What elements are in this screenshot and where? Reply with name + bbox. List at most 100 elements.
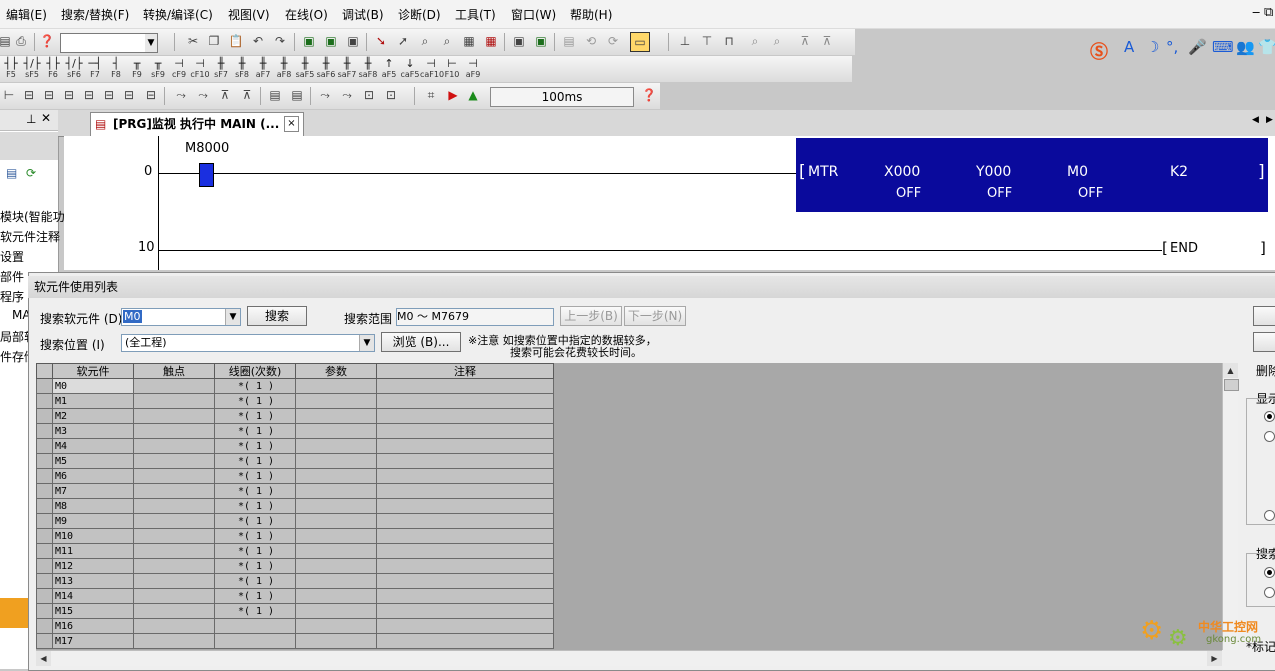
cell-coil[interactable]: *( 1 ) — [214, 378, 296, 394]
cell-parameter[interactable] — [295, 393, 377, 409]
ladder-key-sf7-button[interactable]: ╫ sF7 — [210, 58, 232, 80]
device-list-grid[interactable]: 软元件 触点 线圈(次数) 参数 注释 M0 *( 1 ) M1 *( 1 ) M2 *(… — [36, 363, 1222, 650]
ladder-key-saf5-button[interactable]: ╫ saF5 — [294, 58, 316, 80]
restore-icon[interactable]: ⧉ — [1264, 5, 1273, 20]
block-icon[interactable]: ⊟ — [20, 86, 38, 104]
row-header[interactable] — [36, 603, 53, 619]
display-radio-2[interactable] — [1264, 431, 1275, 442]
ime-user-icon[interactable]: 👥 — [1236, 38, 1255, 56]
end-instruction[interactable]: END — [1170, 241, 1198, 256]
cell-coil[interactable] — [214, 633, 296, 649]
menu-convert-compile[interactable]: 转换/编译(C) — [143, 6, 213, 23]
cell-device[interactable]: M4 — [52, 438, 134, 454]
cell-contact[interactable] — [133, 588, 215, 604]
next-button[interactable]: 下一步(N) — [624, 306, 686, 326]
cell-device[interactable]: M5 — [52, 453, 134, 469]
ime-skin-icon[interactable]: 👕 — [1258, 38, 1275, 56]
cell-contact[interactable] — [133, 483, 215, 499]
dev-verify-icon[interactable]: ▣ — [344, 32, 362, 50]
cell-contact[interactable] — [133, 453, 215, 469]
ladder-key-f9-button[interactable]: ╥ F9 — [126, 58, 148, 80]
ladder-key-af7-button[interactable]: ╫ aF7 — [252, 58, 274, 80]
cell-parameter[interactable] — [295, 603, 377, 619]
ladder-key-saf6-button[interactable]: ╫ saF6 — [315, 58, 337, 80]
ladder-key-sf5-button[interactable]: ┤/├ sF5 — [21, 58, 43, 80]
menu-window[interactable]: 窗口(W) — [511, 6, 556, 23]
block7-icon[interactable]: ⊟ — [142, 86, 160, 104]
cell-parameter[interactable] — [295, 618, 377, 634]
contact-m8000[interactable] — [199, 163, 214, 187]
cell-comment[interactable] — [376, 483, 554, 499]
line-icon[interactable]: ⊢ — [0, 86, 18, 104]
ladder-key-af8-button[interactable]: ╫ aF8 — [273, 58, 295, 80]
ladder-up-icon[interactable]: ⊥ — [676, 32, 694, 50]
cell-comment[interactable] — [376, 543, 554, 559]
fx2-icon[interactable]: ⤳ — [194, 86, 212, 104]
prev-button[interactable]: 上一步(B) — [560, 306, 622, 326]
cell-coil[interactable]: *( 1 ) — [214, 438, 296, 454]
screen-icon[interactable]: ▭ — [630, 32, 650, 52]
cell-device[interactable]: M12 — [52, 558, 134, 574]
row-header[interactable] — [36, 393, 53, 409]
cell-parameter[interactable] — [295, 528, 377, 544]
table-row[interactable]: M14 *( 1 ) — [36, 588, 554, 604]
cell-comment[interactable] — [376, 558, 554, 574]
delete-button[interactable]: 删除 — [1256, 362, 1275, 379]
cell-coil[interactable]: *( 1 ) — [214, 468, 296, 484]
search-location-combo[interactable]: (全工程) ▼ — [121, 334, 375, 352]
cell-parameter[interactable] — [295, 543, 377, 559]
table-row[interactable]: M10 *( 1 ) — [36, 528, 554, 544]
block2-icon[interactable]: ⊟ — [40, 86, 58, 104]
cell-coil[interactable]: *( 1 ) — [214, 528, 296, 544]
cell-comment[interactable] — [376, 498, 554, 514]
side-button[interactable] — [1253, 306, 1275, 326]
cell-coil[interactable]: *( 1 ) — [214, 543, 296, 559]
ladder-key-af9-button[interactable]: ⊣ aF9 — [462, 58, 484, 80]
cell-parameter[interactable] — [295, 573, 377, 589]
cell-contact[interactable] — [133, 618, 215, 634]
print-icon[interactable]: ⎙ — [12, 32, 30, 50]
cell-coil[interactable]: *( 1 ) — [214, 423, 296, 439]
row-header[interactable] — [36, 453, 53, 469]
cell-parameter[interactable] — [295, 468, 377, 484]
cell-parameter[interactable] — [295, 498, 377, 514]
row-header[interactable] — [36, 498, 53, 514]
cell-coil[interactable]: *( 1 ) — [214, 588, 296, 604]
close-icon[interactable]: × — [284, 116, 299, 132]
fx3-icon[interactable]: ⊼ — [216, 86, 234, 104]
cell-device[interactable]: M10 — [52, 528, 134, 544]
row-header[interactable] — [36, 528, 53, 544]
table-row[interactable]: M5 *( 1 ) — [36, 453, 554, 469]
cell-parameter[interactable] — [295, 633, 377, 649]
pin-icon[interactable]: ⊥ — [26, 112, 36, 126]
cell-parameter[interactable] — [295, 513, 377, 529]
cell-comment[interactable] — [376, 408, 554, 424]
ladder-key-saf7-button[interactable]: ╫ saF7 — [336, 58, 358, 80]
table-row[interactable]: M13 *( 1 ) — [36, 573, 554, 589]
ladder-key-cf10-button[interactable]: ⊣ cF10 — [189, 58, 211, 80]
toolbar-project-combo[interactable]: ▼ — [60, 33, 158, 53]
column-header-coil[interactable]: 线圈(次数) — [214, 363, 296, 379]
table-row[interactable]: M6 *( 1 ) — [36, 468, 554, 484]
ladder-key-sf9-button[interactable]: ╥ sF9 — [147, 58, 169, 80]
row-header[interactable] — [36, 483, 53, 499]
ladder-key-cf9-button[interactable]: ⊣ cF9 — [168, 58, 190, 80]
cell-comment[interactable] — [376, 573, 554, 589]
block6-icon[interactable]: ⊟ — [120, 86, 138, 104]
cell-contact[interactable] — [133, 543, 215, 559]
chevron-down-icon[interactable]: ▼ — [145, 34, 157, 52]
menu-search-replace[interactable]: 搜索/替换(F) — [61, 6, 129, 23]
scroll-left-icon[interactable]: ◀ — [36, 651, 51, 666]
menu-debug[interactable]: 调试(B) — [342, 6, 384, 23]
block3-icon[interactable]: ⊟ — [60, 86, 78, 104]
row-header[interactable] — [36, 558, 53, 574]
scroll-up-icon[interactable]: ▲ — [1223, 363, 1238, 378]
ladder-key-sf8-button[interactable]: ╫ sF8 — [231, 58, 253, 80]
cell-coil[interactable]: *( 1 ) — [214, 453, 296, 469]
cell-contact[interactable] — [133, 528, 215, 544]
dev-test-icon[interactable]: ▣ — [532, 32, 550, 50]
cell-device[interactable]: M11 — [52, 543, 134, 559]
table-row[interactable]: M2 *( 1 ) — [36, 408, 554, 424]
dev-read-icon[interactable]: ▣ — [300, 32, 318, 50]
cell-contact[interactable] — [133, 603, 215, 619]
